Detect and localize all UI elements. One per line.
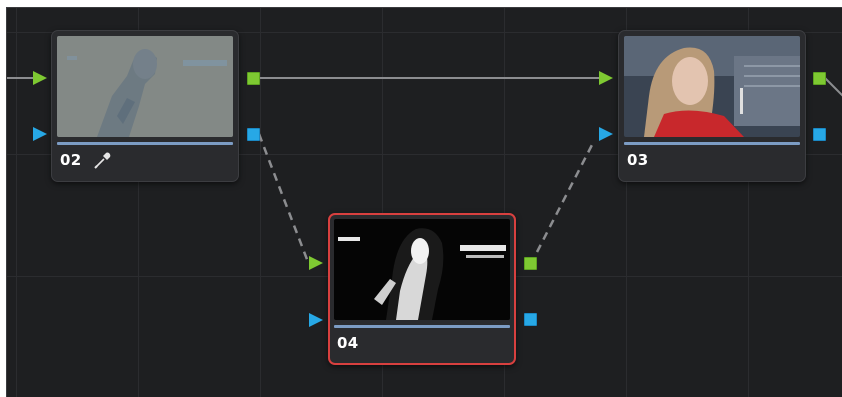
node-02-rgb-output-port[interactable] (247, 72, 260, 85)
node-03-bar (624, 142, 800, 145)
node-02-alpha-output-port[interactable] (247, 128, 260, 141)
node-graph-canvas[interactable]: 02 03 04 (6, 7, 842, 397)
node-03-alpha-output-port[interactable] (813, 128, 826, 141)
node-02-bar (57, 142, 233, 145)
node-03-alpha-input-port[interactable] (599, 127, 613, 141)
eyedropper-icon (94, 152, 111, 169)
node-03[interactable]: 03 (618, 30, 806, 182)
node-02-rgb-input-port[interactable] (33, 71, 47, 85)
node-04-alpha-input-port[interactable] (309, 313, 323, 327)
node-02-alpha-input-port[interactable] (33, 127, 47, 141)
link-02-alpha-to-04 (257, 133, 310, 263)
node-03-rgb-output-port[interactable] (813, 72, 826, 85)
node-03-label: 03 (627, 151, 649, 169)
node-04-rgb-output-port[interactable] (524, 257, 537, 270)
node-04-thumbnail (334, 219, 510, 320)
node-04-rgb-input-port[interactable] (309, 256, 323, 270)
node-03-thumbnail (624, 36, 800, 137)
node-04[interactable]: 04 (328, 213, 516, 365)
node-04-bar (334, 325, 510, 328)
node-02[interactable]: 02 (51, 30, 239, 182)
node-03-rgb-input-port[interactable] (599, 71, 613, 85)
node-04-alpha-output-port[interactable] (524, 313, 537, 326)
link-04-to-03-alpha (535, 140, 596, 253)
node-04-label: 04 (337, 334, 359, 352)
link-03-to-output (824, 77, 842, 97)
node-02-thumbnail (57, 36, 233, 137)
node-02-label: 02 (60, 151, 82, 169)
